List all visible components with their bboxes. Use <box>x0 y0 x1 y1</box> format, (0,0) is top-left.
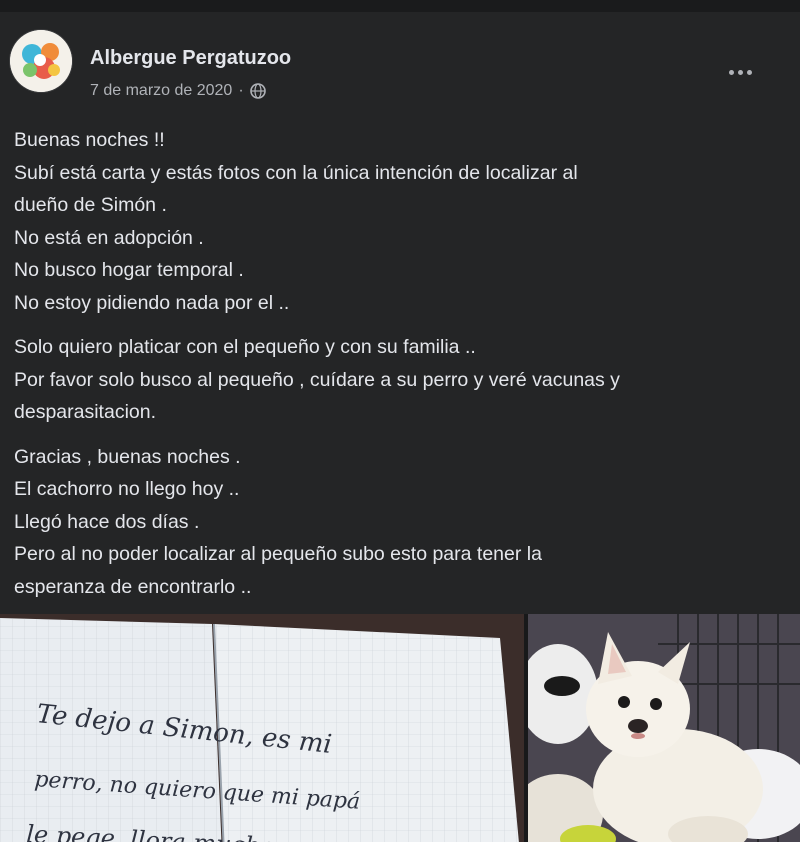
post-header: Albergue Pergatuzoo 7 de marzo de 2020 · <box>10 30 790 99</box>
text-line: Subí está carta y estás fotos con la úni… <box>14 161 578 184</box>
text-line: No está en adopción . <box>14 226 204 249</box>
page-name-link[interactable]: Albergue Pergatuzoo <box>90 47 291 70</box>
letter-photo[interactable]: Te dejo a Simon, es mi perro, no quiero … <box>0 614 524 842</box>
facebook-post: Albergue Pergatuzoo 7 de marzo de 2020 ·… <box>0 12 800 842</box>
top-bar <box>0 0 800 12</box>
text-line: Llegó hace dos días . <box>14 510 200 533</box>
post-date[interactable]: 7 de marzo de 2020 <box>90 82 232 100</box>
text-line: Pero al no poder localizar al pequeño su… <box>14 543 542 565</box>
text-line: Por favor solo busco al pequeño , cuídar… <box>14 368 620 391</box>
post-paragraph: Gracias , buenas noches . El cachorro no… <box>14 441 784 604</box>
post-meta: 7 de marzo de 2020 · <box>90 82 266 100</box>
avatar-logo-icon <box>10 30 72 92</box>
text-line: El cachorro no llego hoy .. <box>14 478 240 500</box>
text-line: No estoy pidiendo nada por el .. <box>14 291 290 314</box>
text-line: dueño de Simón . <box>14 194 167 216</box>
text-line: No busco hogar temporal . <box>14 259 244 281</box>
more-options-icon[interactable] <box>722 60 758 84</box>
post-paragraph: Solo quiero platicar con el pequeño y co… <box>14 331 784 429</box>
puppy-image <box>528 614 800 842</box>
post-paragraph: Buenas noches !! Subí está carta y estás… <box>14 124 784 319</box>
page-avatar[interactable] <box>10 30 72 92</box>
text-line: Buenas noches !! <box>14 129 165 151</box>
globe-icon <box>249 83 266 99</box>
handwritten-letter-image: Te dejo a Simon, es mi perro, no quiero … <box>0 614 524 842</box>
meta-separator: · <box>238 82 244 99</box>
post-text: Buenas noches !! Subí está carta y estás… <box>14 124 784 615</box>
puppy-photo[interactable] <box>528 614 800 842</box>
post-photos: Te dejo a Simon, es mi perro, no quiero … <box>0 614 800 842</box>
text-line: esperanza de encontrarlo .. <box>14 575 252 598</box>
text-line: desparasitacion. <box>14 401 157 423</box>
text-line: Gracias , buenas noches . <box>14 445 241 468</box>
text-line: Solo quiero platicar con el pequeño y co… <box>14 336 476 358</box>
